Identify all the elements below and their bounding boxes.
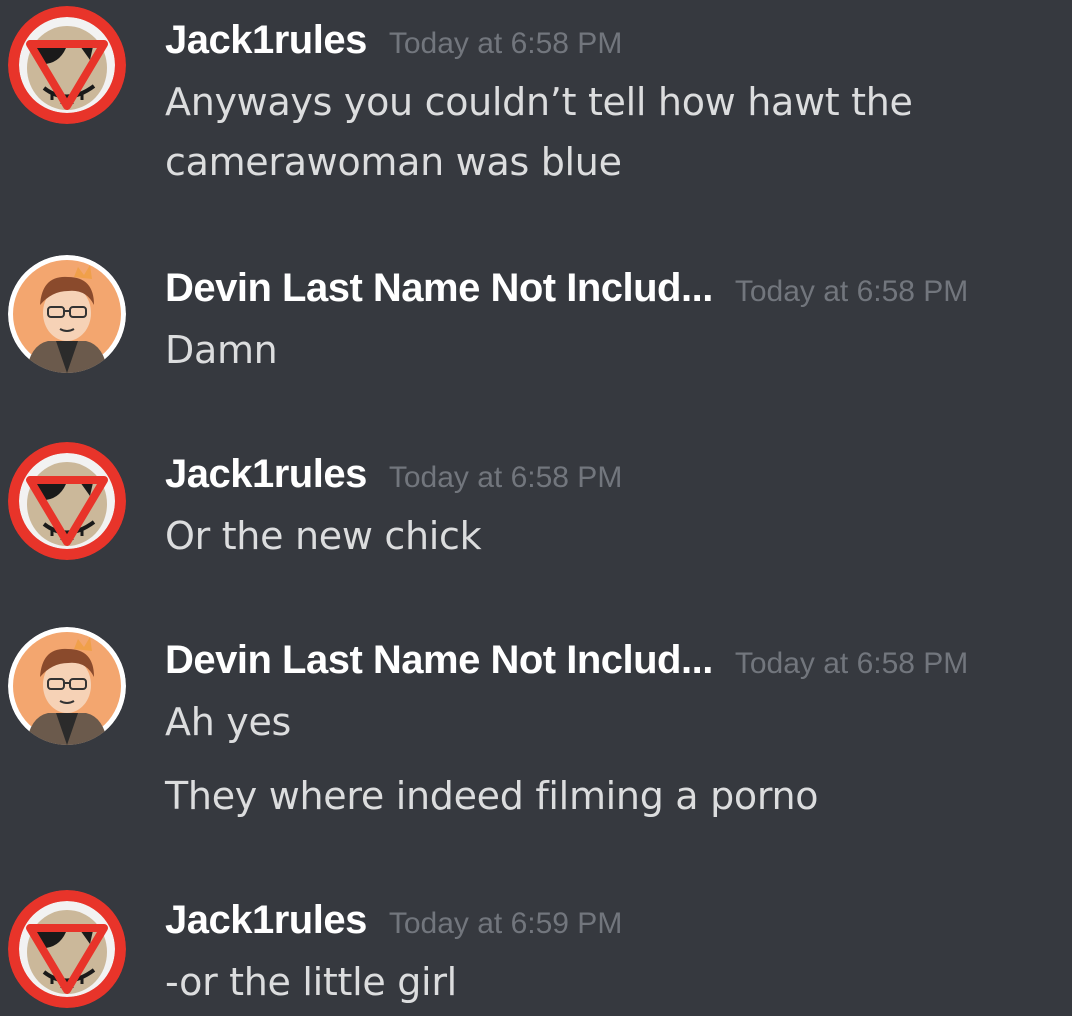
message-text: They where indeed filming a porno xyxy=(165,774,819,818)
message-header: Jack1rules Today at 6:58 PM xyxy=(165,452,622,497)
message-text: Anyways you couldn’t tell how hawt the xyxy=(165,80,913,124)
message-header: Devin Last Name Not Includ... Today at 6:… xyxy=(165,266,968,311)
timestamp[interactable]: Today at 6:59 PM xyxy=(389,907,622,940)
message-text: Ah yes xyxy=(165,700,292,744)
timestamp[interactable]: Today at 6:58 PM xyxy=(735,647,968,680)
message-text: -or the little girl xyxy=(165,960,457,1004)
cartoon-boy-glasses-avatar-icon[interactable] xyxy=(8,255,126,373)
username[interactable]: Devin Last Name Not Includ... xyxy=(165,638,713,682)
pumpkin-mask-avatar-icon[interactable] xyxy=(8,6,126,124)
pumpkin-mask-avatar-icon[interactable] xyxy=(8,442,126,560)
message-header: Jack1rules Today at 6:59 PM xyxy=(165,898,622,943)
username[interactable]: Jack1rules xyxy=(165,898,367,942)
timestamp[interactable]: Today at 6:58 PM xyxy=(389,27,622,60)
cartoon-boy-glasses-avatar-icon[interactable] xyxy=(8,627,126,745)
timestamp[interactable]: Today at 6:58 PM xyxy=(389,461,622,494)
message-header: Devin Last Name Not Includ... Today at 6:… xyxy=(165,638,968,683)
message-header: Jack1rules Today at 6:58 PM xyxy=(165,18,622,63)
message-text: Or the new chick xyxy=(165,514,482,558)
pumpkin-mask-avatar-icon[interactable] xyxy=(8,890,126,1008)
username[interactable]: Devin Last Name Not Includ... xyxy=(165,266,713,310)
message-text: camerawoman was blue xyxy=(165,140,622,184)
username[interactable]: Jack1rules xyxy=(165,18,367,62)
message-text: Damn xyxy=(165,328,278,372)
username[interactable]: Jack1rules xyxy=(165,452,367,496)
timestamp[interactable]: Today at 6:58 PM xyxy=(735,275,968,308)
